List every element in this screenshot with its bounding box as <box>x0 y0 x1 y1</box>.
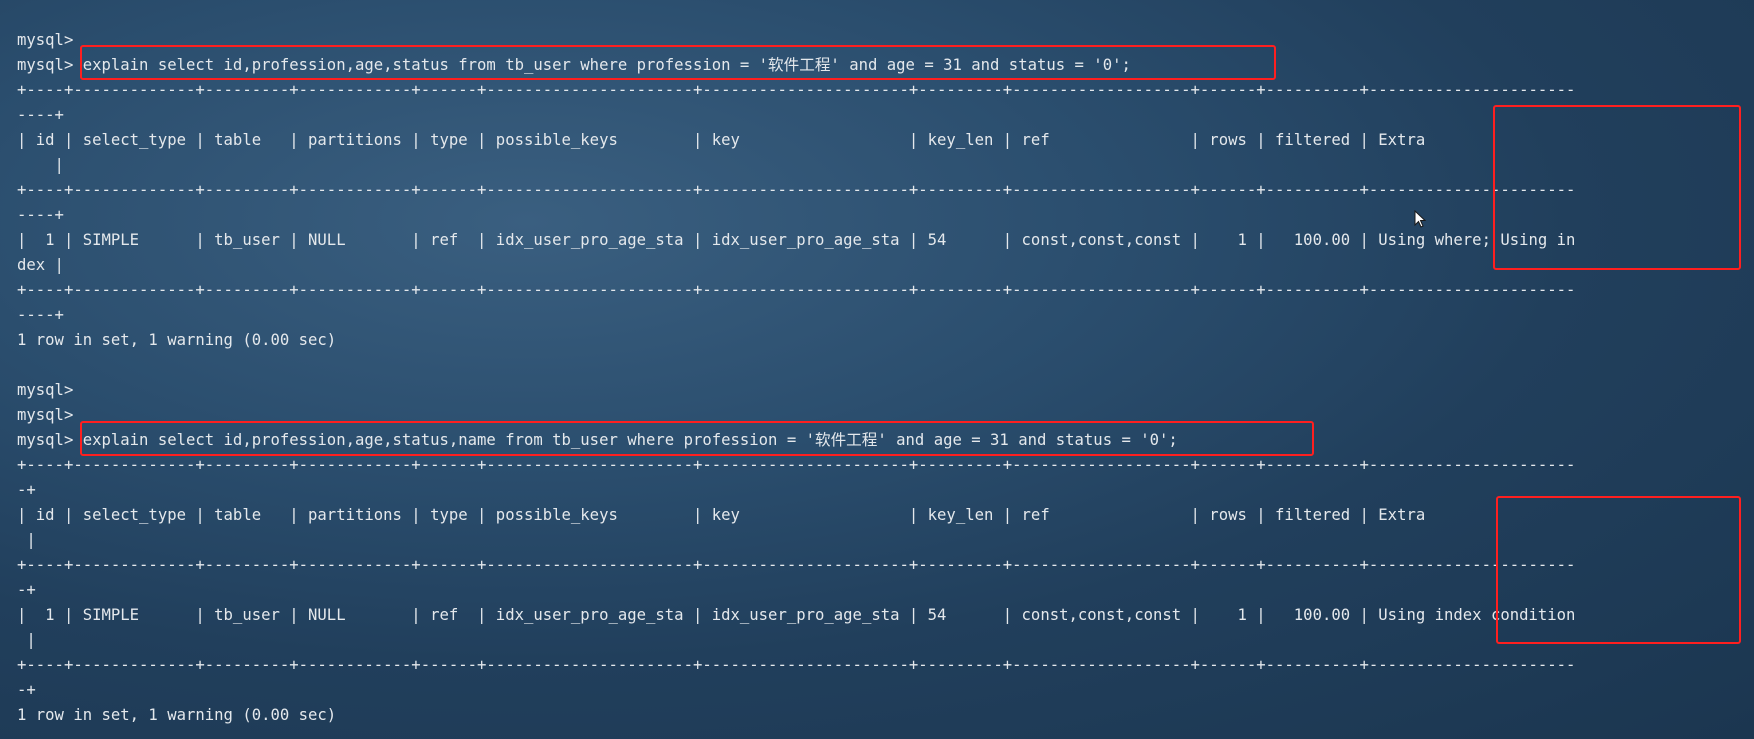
terminal-window[interactable]: mysql> mysql> explain select id,professi… <box>0 0 1754 739</box>
prompt-line: mysql> <box>17 406 74 424</box>
extra-2-highlight <box>1496 496 1741 644</box>
table-border-wrap: -+ <box>17 681 36 699</box>
extra-1-highlight <box>1493 105 1741 270</box>
prompt-line: mysql> <box>17 381 74 399</box>
table-data-wrap: dex | <box>17 256 64 274</box>
table-header-row: | id | select_type | table | partitions … <box>17 506 1426 524</box>
table-header-wrap: | <box>17 531 36 549</box>
query-1-highlight <box>80 45 1276 80</box>
query-2-highlight <box>80 421 1314 456</box>
table-border-line: +----+-------------+---------+----------… <box>17 81 1576 99</box>
result-summary: 1 row in set, 1 warning (0.00 sec) <box>17 706 337 724</box>
table-data-wrap: | <box>17 631 36 649</box>
table-border-wrap: -+ <box>17 481 36 499</box>
table-data-row: | 1 | SIMPLE | tb_user | NULL | ref | id… <box>17 606 1576 624</box>
table-header-row: | id | select_type | table | partitions … <box>17 131 1426 149</box>
table-data-row: | 1 | SIMPLE | tb_user | NULL | ref | id… <box>17 231 1576 249</box>
result-summary: 1 row in set, 1 warning (0.00 sec) <box>17 331 337 349</box>
table-header-wrap: | <box>17 156 64 174</box>
mouse-pointer-icon <box>1414 210 1426 228</box>
table-border-line: +----+-------------+---------+----------… <box>17 656 1576 674</box>
table-border-wrap: ----+ <box>17 306 64 324</box>
table-border-wrap: -+ <box>17 581 36 599</box>
table-border-wrap: ----+ <box>17 106 64 124</box>
table-border-wrap: ----+ <box>17 206 64 224</box>
table-border-line: +----+-------------+---------+----------… <box>17 281 1576 299</box>
table-border-line: +----+-------------+---------+----------… <box>17 181 1576 199</box>
prompt-line: mysql> <box>17 31 74 49</box>
table-border-line: +----+-------------+---------+----------… <box>17 456 1576 474</box>
table-border-line: +----+-------------+---------+----------… <box>17 556 1576 574</box>
